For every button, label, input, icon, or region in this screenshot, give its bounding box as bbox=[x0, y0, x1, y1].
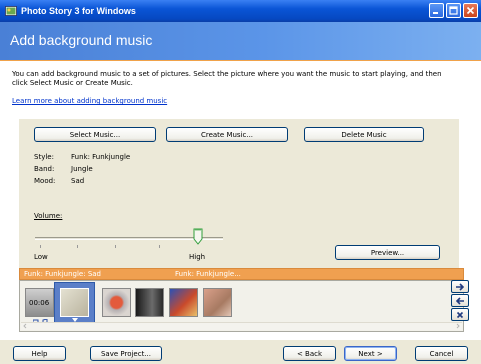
slider-tick bbox=[159, 245, 160, 248]
close-icon bbox=[466, 6, 475, 15]
scroll-right-arrow[interactable] bbox=[454, 323, 462, 330]
volume-label: Volume: bbox=[34, 212, 63, 220]
picture-filmstrip: 00:06 bbox=[19, 280, 464, 332]
instructions-line-1: You can add background music to a set of… bbox=[12, 70, 442, 78]
slider-tick bbox=[40, 245, 41, 248]
music-track-label: Funk: Funkjungle: Sad bbox=[24, 270, 101, 278]
window-title: Photo Story 3 for Windows bbox=[21, 6, 136, 16]
volume-low-label: Low bbox=[34, 253, 48, 261]
create-music-button[interactable]: Create Music... bbox=[166, 127, 288, 142]
volume-slider-thumb[interactable] bbox=[193, 228, 203, 246]
picture-thumbnail[interactable] bbox=[135, 288, 164, 317]
instructions-text: You can add background music to a set of… bbox=[12, 70, 452, 88]
help-button[interactable]: Help bbox=[13, 346, 66, 361]
music-track-bar: Funk: Funkjungle: Sad Funk: Funkjungle..… bbox=[19, 268, 464, 280]
page-header: Add background music bbox=[0, 22, 481, 60]
slider-tick bbox=[77, 245, 78, 248]
save-project-button[interactable]: Save Project... bbox=[90, 346, 162, 361]
scroll-left-icon bbox=[23, 323, 27, 329]
preview-button[interactable]: Preview... bbox=[335, 245, 440, 260]
back-button[interactable]: < Back bbox=[283, 346, 336, 361]
close-button[interactable] bbox=[463, 3, 478, 18]
select-music-button[interactable]: Select Music... bbox=[34, 127, 156, 142]
minimize-button[interactable] bbox=[429, 3, 444, 18]
remove-picture-button[interactable] bbox=[451, 308, 469, 321]
arrow-right-icon bbox=[456, 282, 465, 291]
picture-thumbnail[interactable] bbox=[60, 288, 89, 317]
maximize-icon bbox=[449, 6, 458, 15]
delete-music-button[interactable]: Delete Music bbox=[304, 127, 424, 142]
scroll-left-arrow[interactable] bbox=[21, 323, 29, 330]
page-title: Add background music bbox=[10, 32, 153, 48]
minimize-icon bbox=[433, 12, 438, 14]
move-right-button[interactable] bbox=[451, 280, 469, 293]
delete-x-icon bbox=[456, 311, 464, 318]
instructions-line-2: click Select Music or Create Music. bbox=[12, 79, 133, 87]
filmstrip-scrollbar[interactable] bbox=[21, 322, 462, 330]
learn-more-link[interactable]: Learn more about adding background music bbox=[12, 97, 167, 105]
picture-duration: 00:06 bbox=[29, 299, 50, 307]
mood-label: Mood: bbox=[34, 177, 56, 185]
slider-tick bbox=[115, 245, 116, 248]
picture-thumbnail[interactable] bbox=[169, 288, 198, 317]
music-track-label: Funk: Funkjungle... bbox=[175, 270, 241, 278]
content-area: You can add background music to a set of… bbox=[0, 61, 481, 364]
move-left-button[interactable] bbox=[451, 294, 469, 307]
scroll-right-icon bbox=[456, 323, 460, 329]
band-label: Band: bbox=[34, 165, 55, 173]
picture-thumbnail[interactable] bbox=[203, 288, 232, 317]
arrow-left-icon bbox=[455, 296, 464, 305]
picture-thumbnail[interactable]: 00:06 bbox=[25, 288, 54, 317]
band-value: Jungle bbox=[71, 165, 93, 173]
music-options-panel: Select Music... Create Music... Delete M… bbox=[19, 119, 459, 269]
mood-value: Sad bbox=[71, 177, 85, 185]
maximize-button[interactable] bbox=[446, 3, 461, 18]
cancel-button[interactable]: Cancel bbox=[415, 346, 468, 361]
title-bar: Photo Story 3 for Windows bbox=[0, 0, 481, 22]
photo-story-app-icon bbox=[5, 6, 17, 16]
style-value: Funk: Funkjungle bbox=[71, 153, 131, 161]
volume-high-label: High bbox=[189, 253, 206, 261]
next-button[interactable]: Next > bbox=[344, 346, 397, 361]
style-label: Style: bbox=[34, 153, 54, 161]
selected-picture-frame[interactable] bbox=[54, 282, 95, 323]
picture-thumbnail[interactable] bbox=[102, 288, 131, 317]
wizard-footer: Help Save Project... < Back Next > Cance… bbox=[0, 339, 481, 364]
